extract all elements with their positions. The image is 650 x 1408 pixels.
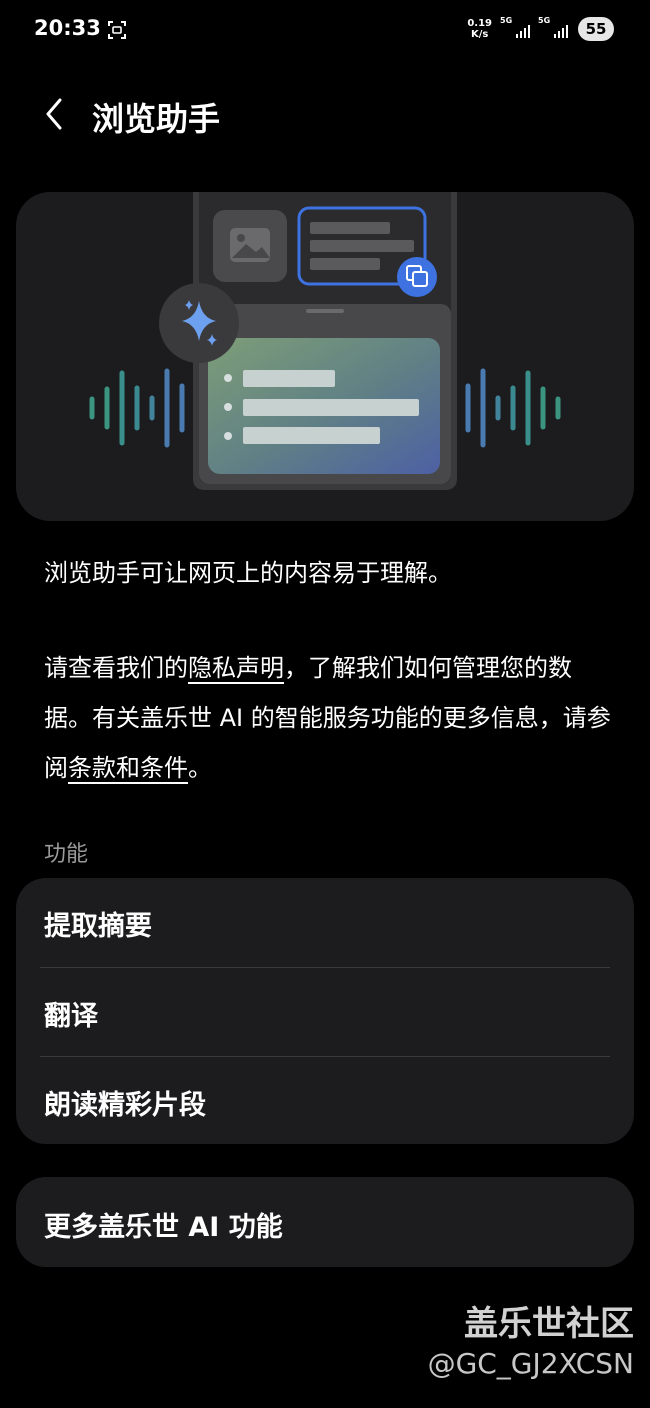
feature-item-read-highlights[interactable]: 朗读精彩片段 — [16, 1057, 634, 1145]
privacy-notice-link[interactable]: 隐私声明 — [188, 654, 284, 682]
browsing-assistant-illustration — [89, 192, 561, 490]
section-header-features: 功能 — [44, 842, 89, 867]
screenshot-icon — [108, 21, 126, 39]
intro-text: 浏览助手可让网页上的内容易于理解。 — [44, 559, 452, 587]
back-button[interactable] — [38, 94, 72, 134]
feature-label: 翻译 — [44, 1001, 98, 1032]
watermark-title: 盖乐世社区 — [464, 1304, 634, 1344]
feature-item-translate[interactable]: 翻译 — [16, 968, 634, 1056]
network-speed-unit: K/s — [470, 29, 489, 40]
feature-label: 朗读精彩片段 — [44, 1090, 206, 1121]
more-features-label: 更多盖乐世 AI 功能 — [44, 1212, 283, 1243]
battery-indicator: 55 — [578, 17, 614, 41]
status-bar: 20:33 0.19 K/s 5G 5G 55 — [0, 0, 650, 62]
features-list: 提取摘要 翻译 朗读精彩片段 — [16, 878, 634, 1144]
signal-1-label: 5G — [500, 16, 513, 25]
more-galaxy-ai-features-button[interactable]: 更多盖乐世 AI 功能 — [16, 1177, 634, 1267]
signal-2-label: 5G — [538, 16, 551, 25]
signal-icon-1: 5G — [500, 16, 530, 38]
network-speed: 0.19 K/s — [467, 18, 492, 40]
page-title: 浏览助手 — [92, 100, 221, 138]
watermark-user: @GC_GJ2XCSN — [427, 1347, 634, 1380]
terms-link[interactable]: 条款和条件 — [68, 754, 188, 782]
signal-icon-2: 5G — [538, 16, 568, 38]
privacy-text: 请查看我们的隐私声明，了解我们如何管理您的数据。有关盖乐世 AI 的智能服务功能… — [44, 643, 614, 793]
chevron-left-icon — [46, 98, 62, 130]
privacy-prefix: 请查看我们的 — [44, 654, 188, 682]
privacy-suffix: 。 — [188, 754, 212, 782]
app-bar: 浏览助手 — [0, 80, 650, 150]
status-time: 20:33 — [34, 16, 101, 40]
feature-item-summary[interactable]: 提取摘要 — [16, 878, 634, 966]
feature-label: 提取摘要 — [44, 911, 152, 942]
hero-illustration — [16, 192, 634, 521]
network-speed-value: 0.19 — [467, 18, 492, 29]
status-indicators: 0.19 K/s 5G 5G 55 — [467, 14, 614, 44]
